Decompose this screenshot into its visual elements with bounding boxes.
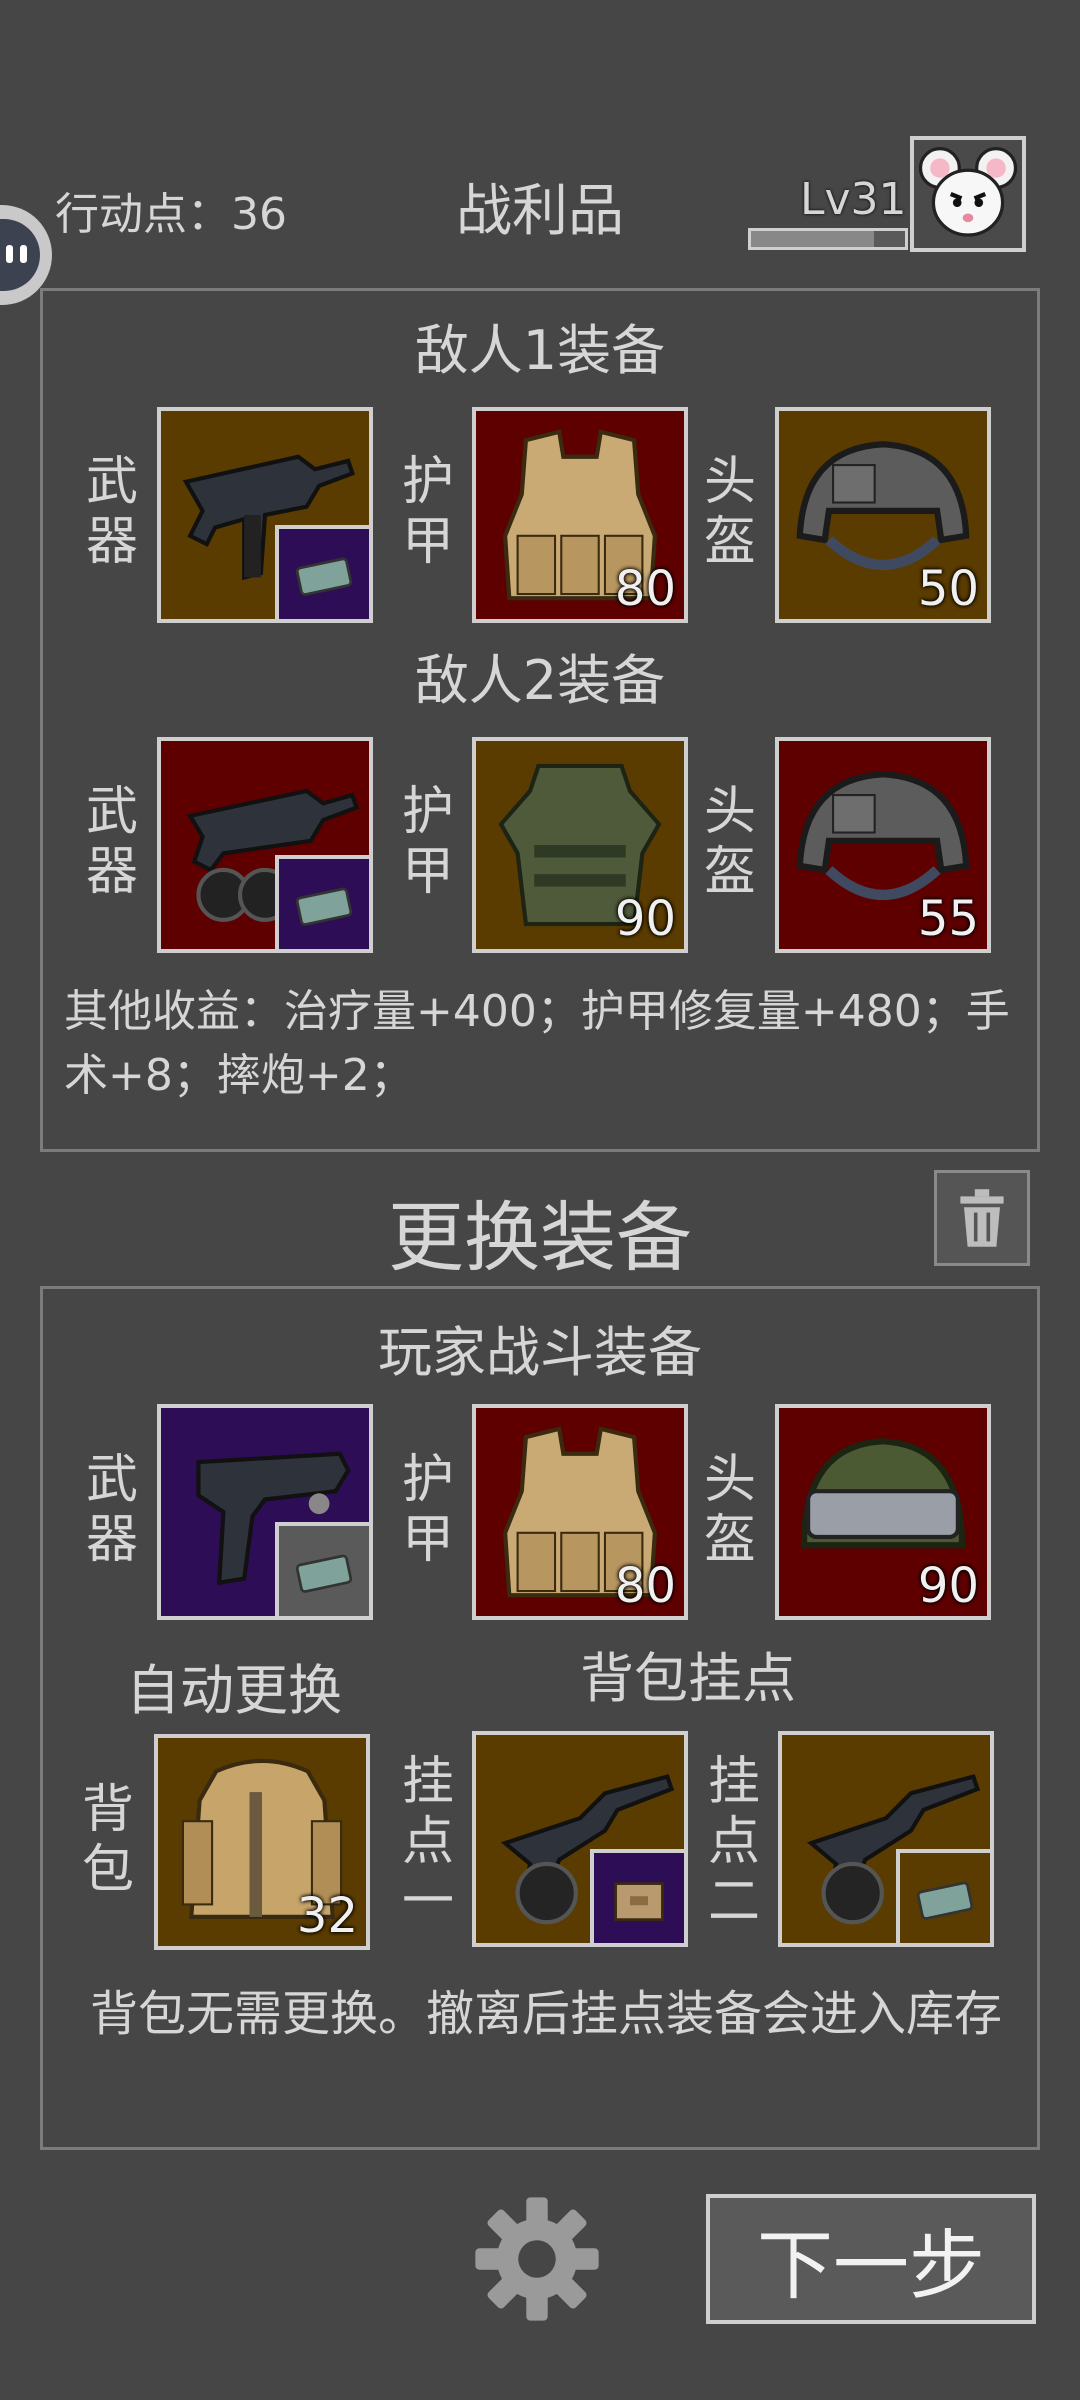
enemy2-helmet-value: 55	[917, 891, 979, 947]
trash-icon	[960, 1189, 1004, 1247]
page-title: 战利品	[456, 179, 624, 244]
enemy1-weapon-slot[interactable]	[157, 407, 373, 623]
ammo-box-icon	[295, 1554, 353, 1593]
enemy1-helmet-label: 头盔	[703, 452, 756, 572]
ammo-crate-icon	[614, 1882, 664, 1921]
auto-swap-label[interactable]: 自动更换	[126, 1646, 342, 1725]
trash-button[interactable]	[934, 1170, 1030, 1266]
level-progress-bar	[748, 228, 908, 250]
enemy1-helmet-slot[interactable]: 50	[775, 407, 991, 623]
mount2-slot[interactable]	[778, 1731, 994, 1947]
enemy1-armor-label: 护甲	[401, 452, 454, 572]
enemy2-helmet-slot[interactable]: 55	[775, 737, 991, 953]
enemy2-title: 敌人2装备	[414, 649, 666, 712]
player-helmet-slot[interactable]: 90	[775, 1404, 991, 1620]
mount1-attachment-slot	[590, 1849, 684, 1943]
level-label: Lv31	[800, 174, 907, 225]
player-weapon-slot[interactable]	[157, 1404, 373, 1620]
action-points-label: 行动点：36	[55, 189, 287, 240]
ammo-box-icon	[295, 887, 353, 926]
player-helmet-label: 头盔	[703, 1450, 756, 1570]
backpack-slot[interactable]: 32	[154, 1734, 370, 1950]
enemy2-armor-label: 护甲	[401, 782, 454, 902]
settings-button[interactable]	[470, 2192, 604, 2326]
enemy2-weapon-label: 武器	[85, 782, 138, 902]
backpack-note-text: 背包无需更换。撤离后挂点装备会进入库存	[90, 1986, 1003, 2042]
ammo-box-icon	[916, 1881, 974, 1920]
enemy1-title: 敌人1装备	[414, 319, 666, 382]
enemy1-helmet-value: 50	[917, 561, 979, 617]
player-helmet-value: 90	[917, 1558, 979, 1614]
swap-section-title: 更换装备	[388, 1193, 692, 1282]
ammo-box-icon	[295, 557, 353, 596]
enemy2-weapon-ammo-slot	[275, 855, 369, 949]
mouse-avatar-icon	[918, 147, 1018, 237]
player-armor-slot[interactable]: 80	[472, 1404, 688, 1620]
next-step-label: 下一步	[757, 2221, 985, 2310]
gear-icon	[475, 2197, 599, 2321]
enemy2-armor-slot[interactable]: 90	[472, 737, 688, 953]
enemy2-helmet-label: 头盔	[703, 782, 756, 902]
next-step-button[interactable]: 下一步	[706, 2194, 1036, 2324]
enemy1-armor-value: 80	[614, 561, 676, 617]
player-equipment-title: 玩家战斗装备	[378, 1321, 702, 1384]
player-weapon-label: 武器	[85, 1450, 138, 1570]
bubble-face-icon	[0, 219, 40, 291]
enemy1-armor-slot[interactable]: 80	[472, 407, 688, 623]
mount2-attachment-slot	[896, 1849, 990, 1943]
enemy2-armor-value: 90	[614, 891, 676, 947]
player-weapon-ammo-slot	[275, 1522, 369, 1616]
mount1-slot[interactable]	[472, 1731, 688, 1947]
mount1-label: 挂点一	[401, 1752, 454, 1932]
backpack-mounts-title: 背包挂点	[580, 1647, 796, 1710]
player-avatar[interactable]	[910, 136, 1026, 252]
other-gains-text: 其他收益：治疗量+400；护甲修复量+480；手术+8；摔炮+2；	[64, 986, 1010, 1101]
player-armor-label: 护甲	[401, 1450, 454, 1570]
backpack-value: 32	[296, 1888, 358, 1944]
level-progress-fill	[751, 231, 875, 247]
enemy1-weapon-ammo-slot	[275, 525, 369, 619]
enemy2-weapon-slot[interactable]	[157, 737, 373, 953]
backpack-label: 背包	[81, 1780, 134, 1900]
player-armor-value: 80	[614, 1558, 676, 1614]
mount2-label: 挂点二	[707, 1752, 760, 1932]
enemy1-weapon-label: 武器	[85, 452, 138, 572]
